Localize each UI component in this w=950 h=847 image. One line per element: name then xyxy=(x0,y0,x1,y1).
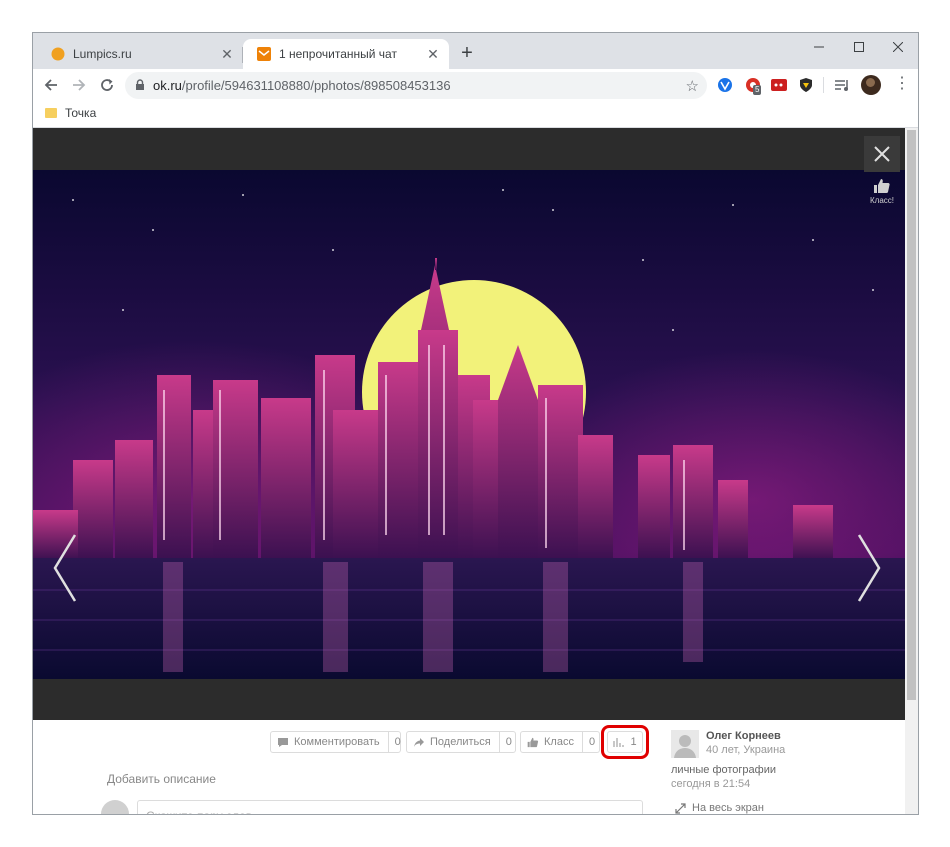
extension-shield-icon[interactable] xyxy=(717,77,733,93)
extension-badge-count: 5 xyxy=(753,85,762,95)
tab-title: Lumpics.ru xyxy=(73,47,132,61)
menu-kebab-icon[interactable]: ⋮ xyxy=(894,76,910,92)
bookmarks-bar: Точка xyxy=(33,101,918,128)
thumbs-up-icon xyxy=(527,737,539,747)
page-scrollbar[interactable] xyxy=(905,128,918,814)
back-arrow-icon[interactable] xyxy=(39,73,63,97)
minimize-icon[interactable] xyxy=(799,33,839,61)
share-count: 0 xyxy=(498,732,518,752)
comment-icon xyxy=(278,737,288,747)
album-link[interactable]: личные фотографии xyxy=(671,764,776,776)
owner-avatar[interactable] xyxy=(671,730,699,758)
tab-ok-chat[interactable]: 1 непрочитанный чат ✕ xyxy=(243,39,449,69)
fullscreen-label: На весь экран xyxy=(692,802,764,814)
photo-info-panel: Комментировать 0 Поделиться 0 Класс 0 1 … xyxy=(33,720,905,814)
media-playlist-icon[interactable] xyxy=(834,77,850,93)
lumpics-favicon-icon xyxy=(51,47,65,61)
comment-label: Комментировать xyxy=(294,736,380,748)
next-photo-arrow-icon[interactable] xyxy=(855,533,883,608)
klass-overlay-button[interactable]: Класс! xyxy=(865,178,899,214)
city-skyline-image xyxy=(33,170,905,679)
comment-count: 0 xyxy=(387,732,407,752)
thumbs-up-icon xyxy=(874,179,890,193)
comment-button[interactable]: Комментировать 0 xyxy=(270,731,401,753)
klass-count: 0 xyxy=(581,732,601,752)
mail-favicon-icon xyxy=(257,47,271,61)
share-label: Поделиться xyxy=(430,736,491,748)
browser-toolbar: ok.ru/profile/594631108880/pphotos/89850… xyxy=(33,69,918,101)
default-user-icon xyxy=(671,730,699,758)
bookmark-star-icon[interactable]: ☆ xyxy=(686,77,699,95)
comment-input[interactable]: Скажите пару слов... xyxy=(137,800,643,814)
expand-icon xyxy=(675,802,686,814)
klass-overlay-label: Класс! xyxy=(870,196,894,205)
folder-icon xyxy=(45,108,57,118)
browser-window: Lumpics.ru ✕ 1 непрочитанный чат ✕ + ok.… xyxy=(33,33,918,814)
scrollbar-thumb[interactable] xyxy=(907,130,916,700)
lock-icon xyxy=(136,79,144,90)
photo-viewer xyxy=(33,128,905,720)
tab-title: 1 непрочитанный чат xyxy=(279,47,397,61)
close-tab-icon[interactable]: ✕ xyxy=(425,46,441,62)
photo-time: сегодня в 21:54 xyxy=(671,778,751,790)
share-button[interactable]: Поделиться 0 xyxy=(406,731,516,753)
owner-meta: 40 лет, Украина xyxy=(706,744,786,756)
maximize-icon[interactable] xyxy=(839,33,879,61)
lastpass-icon[interactable] xyxy=(771,77,787,93)
url-path: /profile/594631108880/pphotos/8985084531… xyxy=(181,78,451,93)
share-arrow-icon xyxy=(414,737,424,747)
address-bar[interactable]: ok.ru/profile/594631108880/pphotos/89850… xyxy=(125,72,707,99)
tab-strip: Lumpics.ru ✕ 1 непрочитанный чат ✕ + xyxy=(33,33,918,69)
commenter-avatar xyxy=(101,800,129,814)
bookmark-tochka[interactable]: Точка xyxy=(45,106,96,120)
toolbar-divider xyxy=(823,77,824,93)
url-host: ok.ru xyxy=(153,78,182,93)
close-tab-icon[interactable]: ✕ xyxy=(219,46,235,62)
profile-avatar[interactable] xyxy=(861,75,881,95)
bookmark-label: Точка xyxy=(65,106,97,120)
photo-image xyxy=(33,170,905,679)
prev-photo-arrow-icon[interactable] xyxy=(51,533,79,608)
url-text: ok.ru/profile/594631108880/pphotos/89850… xyxy=(153,72,451,99)
fullscreen-button[interactable]: На весь экран xyxy=(675,802,764,814)
forward-arrow-icon[interactable] xyxy=(67,73,91,97)
vpn-shield-icon[interactable] xyxy=(798,77,814,93)
tab-lumpics[interactable]: Lumpics.ru ✕ xyxy=(37,39,243,69)
klass-label: Класс xyxy=(544,736,574,748)
close-viewer-button[interactable] xyxy=(864,136,900,172)
reload-icon[interactable] xyxy=(95,73,119,97)
owner-name-link[interactable]: Олег Корнеев xyxy=(706,730,781,742)
new-tab-button[interactable]: + xyxy=(455,41,479,65)
window-close-icon[interactable] xyxy=(878,33,918,61)
stats-highlight-frame xyxy=(601,725,649,759)
extension-badge-icon[interactable]: 5 xyxy=(745,77,762,95)
klass-button[interactable]: Класс 0 xyxy=(520,731,600,753)
add-description-link[interactable]: Добавить описание xyxy=(107,772,216,786)
close-icon xyxy=(874,146,890,162)
